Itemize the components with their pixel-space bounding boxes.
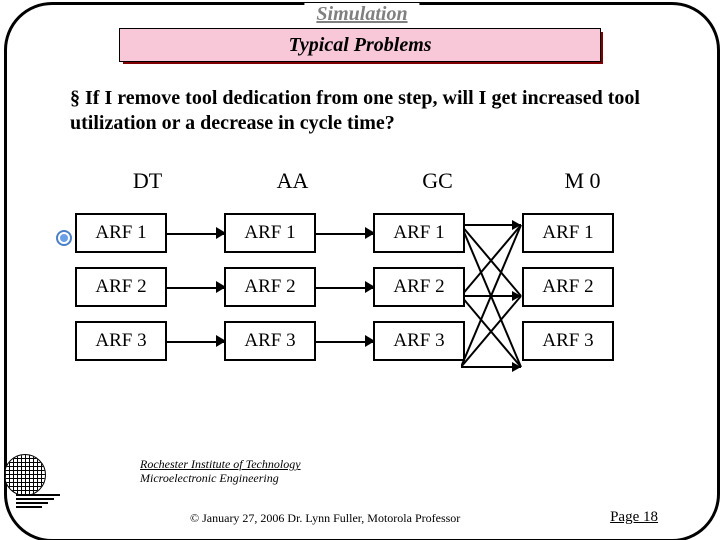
page-title: Simulation — [304, 3, 419, 26]
node: ARF 3 — [75, 321, 167, 361]
rit-logo-icon — [4, 454, 60, 510]
page-number: Page 18 — [610, 509, 658, 526]
node: ARF 1 — [373, 213, 465, 253]
inst-line1: Rochester Institute of Technology — [140, 458, 301, 472]
col-header: DT — [75, 168, 220, 194]
node: ARF 1 — [224, 213, 316, 253]
node: ARF 2 — [224, 267, 316, 307]
crossover-icon — [461, 215, 526, 377]
col-header: M 0 — [510, 168, 655, 194]
node: ARF 2 — [373, 267, 465, 307]
col-header: GC — [365, 168, 510, 194]
table-row: ARF 3 ARF 3 ARF 3 ARF 3 — [75, 314, 655, 368]
subtitle-banner: Typical Problems — [119, 28, 601, 62]
node: ARF 1 — [75, 213, 167, 253]
table-row: ARF 2 ARF 2 ARF 2 — [75, 260, 655, 314]
copyright-text: © January 27, 2006 Dr. Lynn Fuller, Moto… — [190, 511, 460, 526]
node: ARF 2 — [522, 267, 614, 307]
node: ARF 3 — [522, 321, 614, 361]
col-header: AA — [220, 168, 365, 194]
institution-text: Rochester Institute of Technology Microe… — [140, 458, 301, 486]
bullet-glyph: § — [70, 87, 80, 109]
subtitle-text: Typical Problems — [119, 28, 601, 62]
node: ARF 3 — [224, 321, 316, 361]
inst-line2: Microelectronic Engineering — [140, 472, 301, 486]
question-body: If I remove tool dedication from one ste… — [70, 87, 640, 134]
node: ARF 1 — [522, 213, 614, 253]
list-bullet-icon — [56, 230, 72, 246]
question-text: § If I remove tool dedication from one s… — [70, 86, 680, 136]
node: ARF 2 — [75, 267, 167, 307]
flow-diagram: DT AA GC M 0 ARF 1 ARF 1 ARF 1 ARF 1 ARF… — [75, 168, 655, 368]
node: ARF 3 — [373, 321, 465, 361]
table-row: ARF 1 ARF 1 ARF 1 ARF 1 — [75, 206, 655, 260]
